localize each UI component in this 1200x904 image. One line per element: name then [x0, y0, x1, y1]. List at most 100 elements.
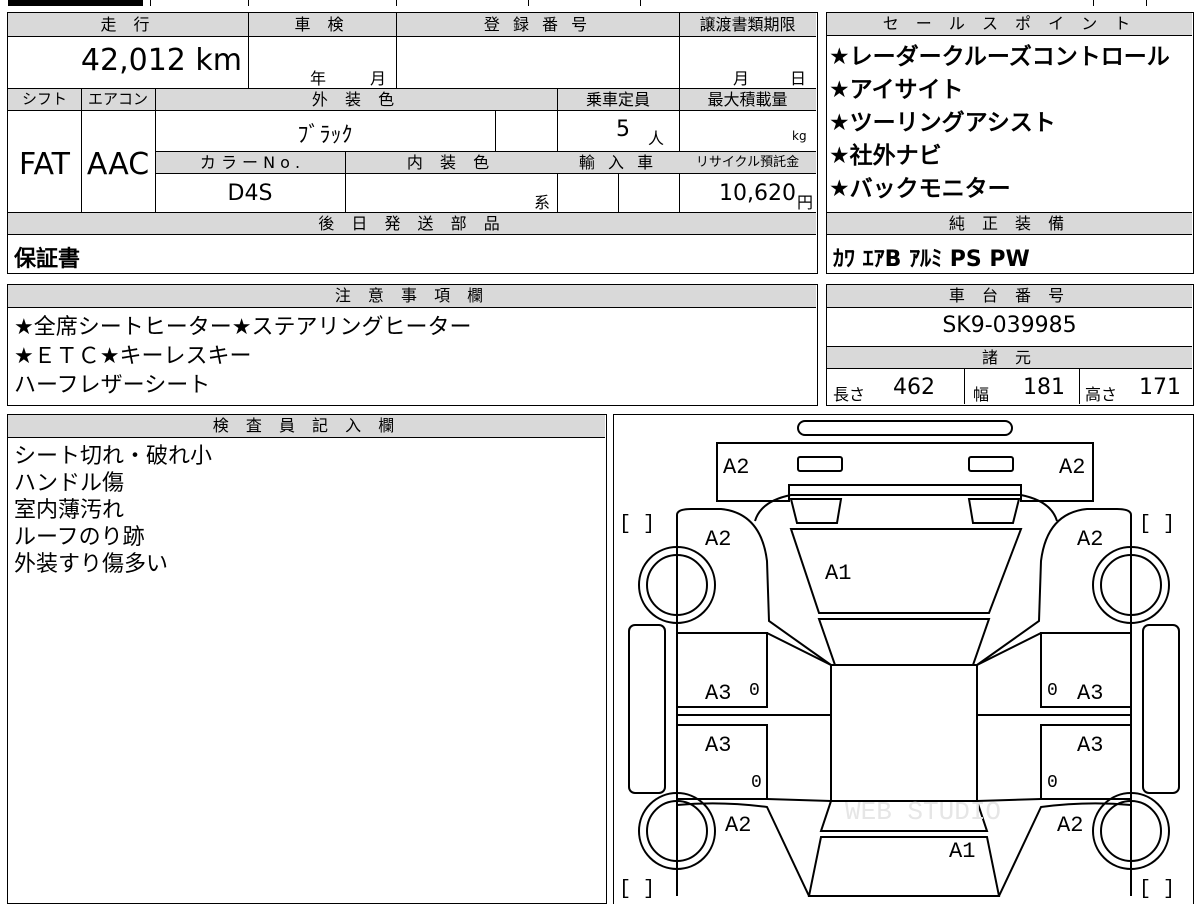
damage-mark: A3 — [705, 681, 731, 706]
capacity-unit: 人 — [648, 129, 665, 148]
front-vent-shape — [789, 498, 843, 524]
mileage-value: 42,012 km — [80, 43, 242, 78]
divider — [1079, 369, 1080, 404]
right-fender-shape — [976, 508, 1132, 666]
bracket-mark: [ ] — [619, 513, 655, 536]
exterior-color-label: 外 装 色 — [311, 90, 401, 109]
damage-mark: A3 — [705, 733, 731, 758]
later-parts-label: 後 日 発 送 部 品 — [318, 214, 506, 233]
divider — [679, 13, 680, 88]
registration-label: 登 録 番 号 — [483, 15, 592, 34]
chassis-value: SK9-039985 — [942, 313, 1077, 338]
interior-color-label: 内 装 色 — [406, 153, 496, 172]
width-value: 181 — [1023, 375, 1065, 400]
shift-label: シフト — [21, 90, 67, 108]
capacity-value: 5 — [616, 117, 630, 142]
genuine-equipment-label: 純 正 装 備 — [948, 214, 1071, 233]
specs-label: 諸 元 — [981, 348, 1038, 367]
sales-point-item: ★ツーリングアシスト — [829, 110, 1056, 136]
transfer-deadline-label: 譲渡書類期限 — [699, 15, 796, 34]
inspector-line: ハンドル傷 — [14, 471, 125, 496]
recycle-fee: 10,620 — [719, 181, 796, 206]
roof-shape — [830, 664, 978, 802]
shaken-year-unit: 年 — [310, 69, 327, 88]
damage-mark: A2 — [725, 813, 751, 838]
height-label: 高さ — [1085, 385, 1118, 404]
height-value: 171 — [1139, 375, 1181, 400]
width-label: 幅 — [973, 385, 990, 404]
shift-value: FAT — [18, 147, 71, 182]
car-diagram-box: A2 A2 A2 A2 A1 A3 A3 A3 A3 A2 A2 A1 0 0 … — [613, 414, 1194, 904]
later-parts-value: 保証書 — [14, 247, 81, 272]
color-no-value: D4S — [227, 181, 273, 206]
top-divider — [150, 0, 151, 6]
top-divider — [640, 0, 641, 6]
inspector-line: ルーフのり跡 — [14, 525, 145, 550]
divider — [495, 111, 496, 151]
caution-line: ★ＥＴＣ★キーレスキー — [14, 344, 252, 369]
inspector-line: 室内薄汚れ — [14, 498, 125, 523]
sales-point-item: ★社外ナビ — [829, 143, 942, 169]
damage-mark: A2 — [723, 455, 749, 480]
top-divider — [1093, 0, 1094, 6]
windshield-shape — [817, 618, 991, 666]
caution-box: 注 意 事 項 欄 ★全席シートヒーター★ステアリングヒーター ★ＥＴＣ★キーレ… — [7, 284, 818, 406]
inspector-box: 検 査 員 記 入 欄 シート切れ・破れ小 ハンドル傷 室内薄汚れ ルーフのり跡… — [7, 414, 607, 904]
shaken-month-unit: 月 — [370, 69, 387, 88]
recycle-label: リサイクル預託金 — [695, 155, 800, 170]
divider — [248, 13, 249, 88]
front-vent-shape — [967, 498, 1021, 524]
import-label: 輸 入 車 — [578, 153, 658, 172]
length-label: 長さ — [833, 385, 866, 404]
max-load-label: 最大積載量 — [707, 90, 788, 109]
sales-points-box: セ ー ル ス ポ イ ン ト ★レーダークルーズコントロール ★アイサイト ★… — [826, 12, 1194, 274]
bracket-mark: [ ] — [619, 878, 655, 901]
inspector-line: シート切れ・破れ小 — [14, 444, 213, 469]
divider — [964, 369, 965, 404]
zero-mark: 0 — [1047, 773, 1058, 793]
sales-point-item: ★アイサイト — [829, 77, 964, 103]
damage-mark: A1 — [949, 839, 975, 864]
caution-line: ★全席シートヒーター★ステアリングヒーター — [14, 315, 472, 340]
damage-mark: A2 — [1077, 527, 1103, 552]
top-divider — [1146, 0, 1147, 6]
top-strip-black — [8, 0, 143, 6]
top-divider — [528, 0, 529, 6]
damage-mark: A1 — [825, 561, 851, 586]
damage-mark: A3 — [1077, 681, 1103, 706]
max-load-unit: kg — [792, 129, 807, 143]
sales-point-item: ★レーダークルーズコントロール — [829, 44, 1170, 70]
shaken-label: 車 検 — [294, 15, 350, 34]
zero-mark: 0 — [1047, 681, 1058, 701]
divider — [618, 174, 619, 212]
top-strip — [8, 0, 1194, 8]
roof-bar-shape — [797, 420, 1013, 436]
front-bumper-shape — [716, 442, 1094, 502]
transfer-month-unit: 月 — [733, 69, 750, 88]
top-divider — [396, 0, 397, 6]
headlight-shape — [797, 456, 843, 472]
sales-points-label: セ ー ル ス ポ イ ン ト — [827, 13, 1192, 36]
vehicle-info-box: 走 行 車 検 登 録 番 号 譲渡書類期限 42,012 km 年 月 月 日… — [7, 12, 818, 274]
bracket-mark: [ ] — [1139, 513, 1175, 536]
top-divider — [248, 0, 249, 6]
zero-mark: 0 — [751, 773, 762, 793]
divider — [396, 13, 397, 88]
aircon-value: AAC — [86, 147, 150, 182]
color-no-label: カ ラ ー N o . — [199, 153, 301, 172]
damage-mark: A2 — [1059, 455, 1085, 480]
caution-label: 注 意 事 項 欄 — [8, 285, 816, 308]
exterior-color-value: ﾌﾞﾗｯｸ — [297, 123, 353, 148]
left-fender-shape — [676, 508, 832, 666]
inspector-line: 外装すり傷多い — [14, 552, 169, 577]
left-side-strip-shape — [628, 624, 666, 794]
sales-point-item: ★バックモニター — [829, 176, 1011, 202]
length-value: 462 — [893, 375, 935, 400]
transfer-day-unit: 日 — [790, 69, 807, 88]
inspector-label: 検 査 員 記 入 欄 — [8, 415, 605, 438]
bracket-mark: [ ] — [1139, 878, 1175, 901]
damage-mark: A2 — [705, 527, 731, 552]
genuine-equipment-value: ｶﾜ ｴｱB ｱﾙﾐ PS PW — [833, 247, 1030, 272]
capacity-label: 乗車定員 — [585, 90, 650, 109]
watermark: WEB STUDIO — [845, 797, 1001, 827]
